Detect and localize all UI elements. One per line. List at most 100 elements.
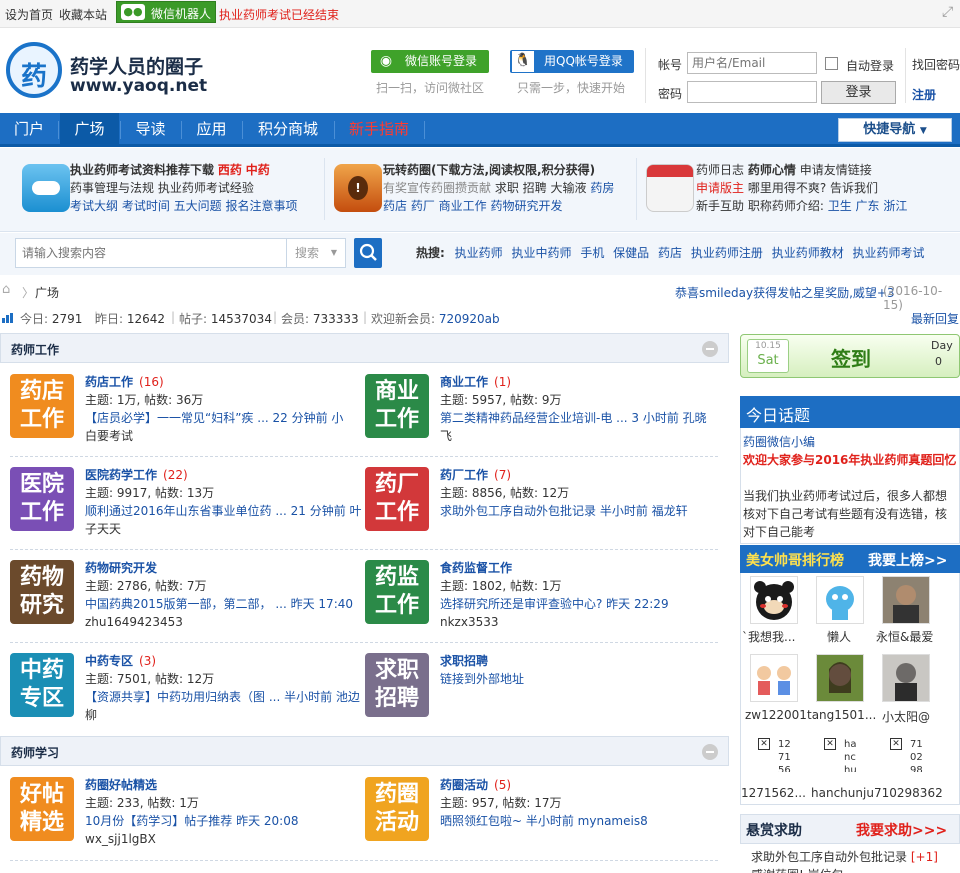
nav-apps[interactable]: 应用 <box>182 113 241 147</box>
forum-icon-tile[interactable]: 药监 工作 <box>365 560 429 624</box>
forum-icon-tile[interactable]: 药店 工作 <box>10 374 74 438</box>
register-link[interactable]: 注册 <box>912 86 936 103</box>
reward-item[interactable]: 感谢药圈! 岗位包... <box>751 866 855 873</box>
promo-jobs-links[interactable]: 求职 招聘 大输液 <box>495 181 587 195</box>
forum-name-link[interactable]: 药厂工作 <box>440 468 488 482</box>
hot-item[interactable]: 保健品 <box>613 246 649 260</box>
collapse-icon[interactable] <box>702 341 718 357</box>
rank-user-name[interactable]: 懒人 <box>827 628 851 645</box>
avatar[interactable] <box>816 576 864 624</box>
rank-user-name[interactable]: `我想我... <box>742 628 795 645</box>
forum-icon-tile[interactable]: 商业 工作 <box>365 374 429 438</box>
hot-item[interactable]: 手机 <box>580 246 604 260</box>
feedback-link[interactable]: 哪里用得不爽? 告诉我们 <box>748 181 878 195</box>
search-input[interactable] <box>15 238 287 268</box>
set-home-link[interactable]: 设为首页 <box>5 6 53 23</box>
rank-user-name[interactable]: 710298362 <box>874 786 943 800</box>
avatar[interactable] <box>816 654 864 702</box>
hot-item[interactable]: 药店 <box>658 246 682 260</box>
forum-last-post[interactable]: 选择研究所还是审评查验中心? 昨天 22:29 <box>440 595 669 613</box>
reward-item[interactable]: 求助外包工序自动外包批记录 [+1] <box>751 848 938 865</box>
forum-icon-tile[interactable]: 药物 研究 <box>10 560 74 624</box>
forum-last-poster[interactable]: 柳 <box>85 706 97 724</box>
promo-col2-title[interactable]: 玩转药圈(下载方法,阅读权限,积分获得) <box>383 161 595 179</box>
newbie-help-link[interactable]: 新手互助 职称药师介绍: <box>696 199 824 213</box>
nav-points-mall[interactable]: 积分商城 <box>243 113 333 147</box>
collapse-icon[interactable] <box>702 744 718 760</box>
forum-icon-tile[interactable]: 好帖 精选 <box>10 777 74 841</box>
forum-icon-tile[interactable]: 药厂 工作 <box>365 467 429 531</box>
wechat-login-button[interactable]: ◉ 微信账号登录 <box>371 50 489 73</box>
forum-last-post[interactable]: 中国药典2015版第一部，第二部， ... 昨天 17:40 <box>85 595 353 613</box>
promo-col1-line3[interactable]: 考试大纲 考试时间 五大问题 报名注意事项 <box>70 197 297 215</box>
forum-name-link[interactable]: 商业工作 <box>440 375 488 389</box>
apply-moderator-link[interactable]: 申请版主 <box>696 181 744 195</box>
account-input[interactable] <box>687 52 817 74</box>
find-password-link[interactable]: 找回密码 <box>912 56 960 73</box>
promo-zhongyao[interactable]: 中药 <box>246 163 270 177</box>
hot-item[interactable]: 执业药师 <box>455 246 503 260</box>
rank-user-name[interactable]: 小太阳@ <box>882 708 930 725</box>
login-button[interactable]: 登录 <box>821 81 896 104</box>
forum-icon-tile[interactable]: 中药 专区 <box>10 653 74 717</box>
checkin-widget[interactable]: 10.15 Sat 签到 Day 0 <box>740 334 960 378</box>
forum-last-post[interactable]: 【资源共享】中药功用归纳表（图 ... 半小时前 池边 <box>85 688 360 706</box>
wechat-bot-button[interactable]: ●● 微信机器人 <box>116 1 216 23</box>
rank-user-name[interactable]: 1271562... <box>741 786 806 800</box>
forum-meta[interactable]: 链接到外部地址 <box>440 670 524 688</box>
nav-plaza[interactable]: 广场 <box>60 113 119 147</box>
forum-name-link[interactable]: 求职招聘 <box>440 654 488 668</box>
newest-member-link[interactable]: 720920ab <box>439 312 500 326</box>
forum-last-post[interactable]: 求助外包工序自动外包批记录 半小时前 福龙轩 <box>440 502 688 520</box>
forum-last-poster[interactable]: 白要考试 <box>85 427 133 445</box>
forum-name-link[interactable]: 药物研究开发 <box>85 561 157 575</box>
latest-reply-link[interactable]: 最新回复 <box>911 310 959 327</box>
forum-last-post[interactable]: 10月份【药学习】帖子推荐 昨天 20:08 <box>85 812 298 830</box>
bookmark-link[interactable]: 收藏本站 <box>59 6 107 23</box>
ask-help-link[interactable]: 我要求助>>> <box>856 820 947 840</box>
fullscreen-icon[interactable]: ⤢ <box>942 4 953 20</box>
search-type-select[interactable]: 搜索 ▼ <box>286 238 346 268</box>
forum-name-link[interactable]: 中药专区 <box>85 654 133 668</box>
qq-login-button[interactable]: 🐧 用QQ帐号登录 <box>510 50 634 73</box>
promo-pharmacy-link[interactable]: 药房 <box>590 181 614 195</box>
forum-name-link[interactable]: 药店工作 <box>85 375 133 389</box>
avatar[interactable] <box>882 654 930 702</box>
rank-user-name[interactable]: tang1501... <box>807 708 876 722</box>
home-icon[interactable]: ⌂ <box>2 282 10 297</box>
rank-user-name[interactable]: hanchunju <box>811 786 874 800</box>
promo-exam-title[interactable]: 执业药师考试资料推荐下载 <box>70 163 214 177</box>
notice-link[interactable]: 执业药师考试已经结束 <box>219 6 339 23</box>
site-logo[interactable]: 药 <box>6 42 62 98</box>
auto-login-checkbox[interactable] <box>825 57 838 70</box>
forum-name-link[interactable]: 药圈活动 <box>440 778 488 792</box>
promo-xiyao[interactable]: 西药 <box>218 163 242 177</box>
region-links[interactable]: 卫生 广东 浙江 <box>828 199 908 213</box>
hot-item[interactable]: 执业药师教材 <box>772 246 844 260</box>
forum-last-poster[interactable]: 子天天 <box>85 520 121 538</box>
forum-name-link[interactable]: 食药监督工作 <box>440 561 512 575</box>
hot-item[interactable]: 执业中药师 <box>511 246 571 260</box>
pharmacist-mood-link[interactable]: 药师心情 <box>748 163 796 177</box>
promo-share-link[interactable]: 有奖宣传药圈攒贡献 <box>383 181 491 195</box>
hot-item[interactable]: 执业药师注册 <box>691 246 763 260</box>
forum-last-post[interactable]: 【店员必学】一一常见“妇科”疾 ... 22 分钟前 小 <box>85 409 343 427</box>
forum-icon-tile[interactable]: 求职 招聘 <box>365 653 429 717</box>
pharmacist-log-link[interactable]: 药师日志 <box>696 163 744 177</box>
forum-icon-tile[interactable]: 医院 工作 <box>10 467 74 531</box>
nav-portal[interactable]: 门户 <box>0 113 58 147</box>
nav-guide[interactable]: 导读 <box>121 113 180 147</box>
forum-last-post[interactable]: 顺利通过2016年山东省事业单位药 ... 21 分钟前 叶 <box>85 502 362 520</box>
search-button[interactable] <box>354 238 382 268</box>
rank-join-link[interactable]: 我要上榜>> <box>868 550 947 570</box>
forum-last-poster[interactable]: 飞 <box>440 427 452 445</box>
forum-name-link[interactable]: 药圈好帖精选 <box>85 778 157 792</box>
promo-col1-line2[interactable]: 药事管理与法规 执业药师考试经验 <box>70 179 254 197</box>
rank-user-name[interactable]: zw122001 <box>745 708 807 722</box>
section-title[interactable]: 药师学习 <box>11 744 59 761</box>
rank-user-name[interactable]: 永恒&最爱 <box>876 628 933 645</box>
congrats-notice[interactable]: 恭喜smileday获得发帖之星奖励,威望+3 <box>675 284 895 301</box>
forum-last-post[interactable]: 晒照领红包啦~ 半小时前 mynameis8 <box>440 812 648 830</box>
forum-icon-tile[interactable]: 药圈 活动 <box>365 777 429 841</box>
promo-col2-line3[interactable]: 药店 药厂 商业工作 药物研究开发 <box>383 197 562 215</box>
